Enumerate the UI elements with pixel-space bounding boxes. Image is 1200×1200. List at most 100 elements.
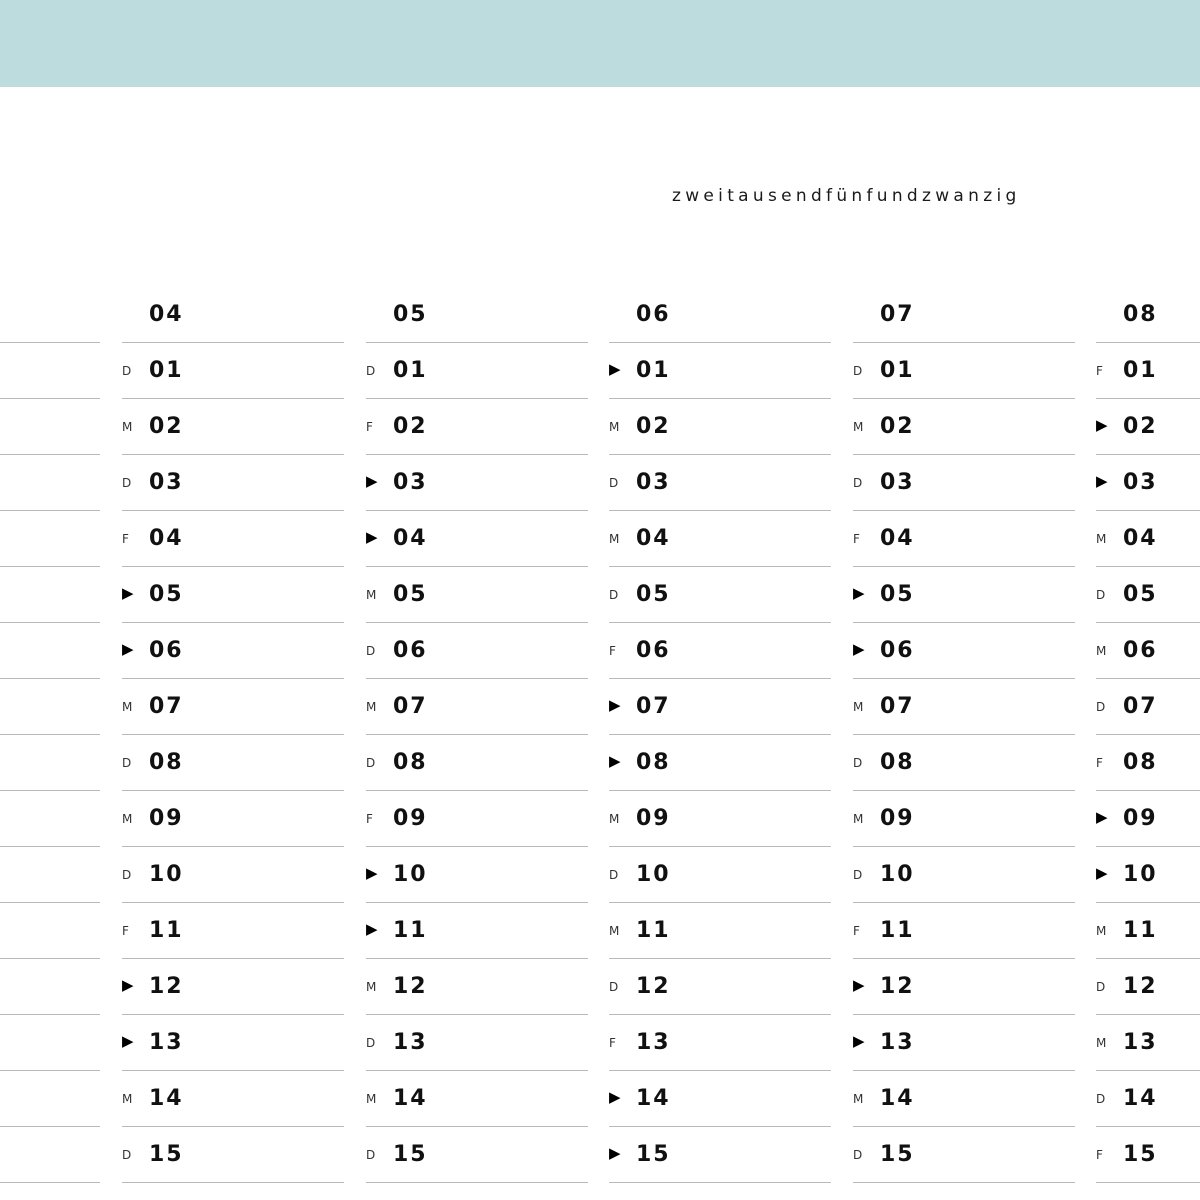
day-number: 01 [880,358,915,383]
day-row[interactable]: F 08 [1096,734,1200,790]
day-row[interactable]: M 02 [122,398,344,454]
day-row[interactable]: D 03 [122,454,344,510]
day-row[interactable]: M 14 [853,1070,1075,1126]
day-row[interactable]: ▶ 05 [122,566,344,622]
day-row[interactable]: ▶ 09 [1096,790,1200,846]
month-column-08: 08 F 01 ▶ 02 ▶ 03 M 04 D 05 M 06 D 07 F 08 ▶ 09 ▶ 10 M 11 D 12 M 1… [1096,288,1200,1184]
weekday-letter: F [1096,1148,1103,1162]
day-row[interactable]: D 01 [366,342,588,398]
day-row[interactable]: D 08 [366,734,588,790]
day-row[interactable]: F 15 [1096,1126,1200,1182]
day-row[interactable]: ▶ 06 [853,622,1075,678]
day-row[interactable]: F 02 [366,398,588,454]
month-heading: 04 [149,302,184,327]
day-row[interactable]: D 05 [609,566,831,622]
day-row[interactable]: M 14 [122,1070,344,1126]
day-row[interactable]: F 11 [122,902,344,958]
day-row[interactable]: ▶ 02 [1096,398,1200,454]
day-number: 14 [393,1086,428,1111]
weekday-letter: D [122,756,132,770]
day-row[interactable]: D 14 [1096,1070,1200,1126]
day-number: 15 [636,1142,671,1167]
day-row[interactable]: ▶ 05 [853,566,1075,622]
day-row[interactable]: D 10 [853,846,1075,902]
day-row[interactable]: M 06 [1096,622,1200,678]
weekday-letter: D [853,476,863,490]
day-row[interactable]: ▶ 08 [609,734,831,790]
day-row[interactable]: M 09 [609,790,831,846]
day-row[interactable]: F 04 [122,510,344,566]
day-row[interactable]: ▶ 06 [122,622,344,678]
day-row[interactable]: F 04 [853,510,1075,566]
day-row[interactable]: ▶ 11 [366,902,588,958]
day-number: 10 [1123,862,1158,887]
day-row[interactable]: D 05 [1096,566,1200,622]
day-row[interactable]: F 11 [853,902,1075,958]
day-row[interactable]: ▶ 13 [853,1014,1075,1070]
weekend-arrow-icon: ▶ [122,1032,134,1050]
day-row[interactable]: F 09 [366,790,588,846]
day-row[interactable]: ▶ 10 [366,846,588,902]
weekday-letter: F [122,532,129,546]
day-row[interactable]: D 15 [122,1126,344,1182]
day-row[interactable]: D 01 [122,342,344,398]
day-row[interactable]: D 15 [853,1126,1075,1182]
day-number: 14 [636,1086,671,1111]
day-row[interactable]: D 13 [366,1014,588,1070]
divider-line [366,1182,588,1183]
day-row[interactable]: M 09 [853,790,1075,846]
day-row[interactable]: M 04 [1096,510,1200,566]
day-row[interactable]: ▶ 13 [122,1014,344,1070]
day-row[interactable]: ▶ 15 [609,1126,831,1182]
weekday-letter: M [366,980,377,994]
day-row[interactable]: D 12 [609,958,831,1014]
day-row[interactable]: D 08 [853,734,1075,790]
day-row[interactable]: ▶ 07 [609,678,831,734]
weekday-letter: M [1096,924,1107,938]
weekday-letter: D [1096,588,1106,602]
day-row[interactable]: M 07 [122,678,344,734]
day-row[interactable]: D 03 [609,454,831,510]
day-row[interactable]: ▶ 03 [366,454,588,510]
day-row[interactable]: M 02 [609,398,831,454]
day-row[interactable]: M 12 [366,958,588,1014]
day-number: 04 [880,526,915,551]
day-row[interactable]: M 14 [366,1070,588,1126]
weekday-letter: D [853,868,863,882]
day-number: 08 [149,750,184,775]
day-row[interactable]: D 10 [609,846,831,902]
day-row[interactable]: D 07 [1096,678,1200,734]
day-row[interactable]: M 04 [609,510,831,566]
day-row[interactable]: D 15 [366,1126,588,1182]
day-row[interactable]: M 07 [853,678,1075,734]
day-row[interactable]: D 12 [1096,958,1200,1014]
day-row[interactable]: M 13 [1096,1014,1200,1070]
day-row[interactable]: ▶ 10 [1096,846,1200,902]
weekday-letter: M [122,420,133,434]
day-row[interactable]: D 03 [853,454,1075,510]
day-row[interactable]: D 08 [122,734,344,790]
day-row[interactable]: ▶ 14 [609,1070,831,1126]
day-number: 04 [149,526,184,551]
day-row[interactable]: M 07 [366,678,588,734]
day-row[interactable]: D 06 [366,622,588,678]
day-row[interactable]: D 01 [853,342,1075,398]
day-row[interactable]: F 06 [609,622,831,678]
day-row[interactable]: ▶ 01 [609,342,831,398]
weekday-letter: D [366,1148,376,1162]
day-row[interactable]: M 05 [366,566,588,622]
day-row[interactable]: F 13 [609,1014,831,1070]
day-row[interactable]: F 01 [1096,342,1200,398]
day-row[interactable]: M 11 [609,902,831,958]
weekday-letter: D [1096,1092,1106,1106]
day-row[interactable]: M 02 [853,398,1075,454]
day-row[interactable]: D 10 [122,846,344,902]
day-row[interactable]: ▶ 12 [122,958,344,1014]
day-row[interactable]: ▶ 12 [853,958,1075,1014]
day-row[interactable]: M 11 [1096,902,1200,958]
day-row[interactable]: ▶ 04 [366,510,588,566]
day-number: 05 [149,582,184,607]
divider-line [0,902,100,903]
day-row[interactable]: M 09 [122,790,344,846]
day-row[interactable]: ▶ 03 [1096,454,1200,510]
